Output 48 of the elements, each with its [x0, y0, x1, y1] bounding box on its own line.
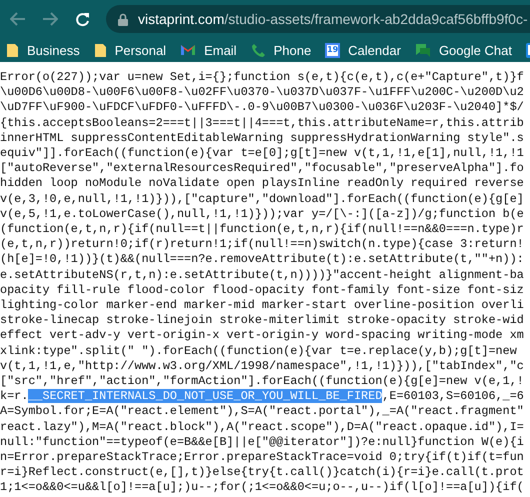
bookmark[interactable]: Business: [6, 42, 80, 58]
chat-icon: [414, 42, 431, 58]
code-line: ["src","href","action","formAction"].forEach((function(e){g[e]=new v(e,1,!: [0, 374, 525, 390]
folder-icon: [94, 42, 107, 58]
code-line: e.setAttributeNS(r,t,n):e.setAttribute(t,n))))}"accent-height alignment-ba: [0, 268, 525, 283]
bookmark[interactable]: Personal: [94, 42, 166, 58]
code-line: xlink:type".split(" ").forEach((function(e){var t=e.replace(y,b);g[t]=new: [0, 344, 518, 359]
folder-icon: [6, 42, 19, 58]
code-line: stroke-linecap stroke-linejoin stroke-miterlimit stroke-opacity stroke-wid: [0, 313, 525, 328]
bookmark[interactable]: 19 Calendar: [325, 42, 401, 58]
code-line: (e,t,n,r))return!0;if(r)return!1;if(null!==n)switch(n.type){case 3:return!: [0, 237, 525, 252]
code-line: null:"function"==typeof(e=B&&e[B]||e["@@iterator"])?e:null}function W(e){i: [0, 434, 525, 450]
bookmark[interactable]: Google Chat: [414, 42, 512, 58]
code-line: opacity fill-rule flood-color flood-opacity font-family font-size font-siz: [0, 282, 525, 298]
code-text: k=r.: [0, 389, 28, 404]
bookmark[interactable]: Email: [180, 42, 237, 58]
phone-icon: [250, 42, 266, 58]
address-bar[interactable]: vistaprint.com/studio-assets/framework-ab2dda9caf56bffb9f0c-: [106, 5, 530, 33]
code-line: react.lazy"),M=A("react.block"),A("react.scope"),D=A("react.opaque.id"),I=: [0, 420, 525, 435]
calendar-icon: 19: [325, 42, 340, 58]
url-text: vistaprint.com/studio-assets/framework-ab2dda9caf56bffb9f0c-: [138, 11, 528, 27]
selected-code-text: __SECRET_INTERNALS_DO_NOT_USE_OR_YOU_WILL_BE_FIRED: [28, 389, 382, 404]
code-line: v(e,3,!0,e,null,!1,!1)})),["capture","download"].forEach((function(e){g[e]: [0, 192, 525, 207]
code-line: v(e,5,!1,e.toLowerCase(),null,!1,!1)}));var y=/[\-:]([a-z])/g;function b(e: [0, 206, 525, 222]
code-line: ["autoReverse","externalResourcesRequired","focusable","preserveAlpha"].fo: [0, 161, 525, 176]
code-line: effect vert-adv-y vert-origin-x vert-origin-y word-spacing writing-mode xm: [0, 328, 525, 344]
code-line: hidden loop noModule noValidate open playsInline readOnly required reverse: [0, 176, 525, 192]
code-line: (function(e,t,n,r){if(null==t||function(e,t,n,r){if(null!==n&&0===n.type)r: [0, 222, 525, 238]
back-arrow-icon: [10, 12, 26, 26]
code-line: v(t,1,!1,e,"http://www.w3.org/XML/1998/namespace",!1,!1)})),["tabIndex","c: [0, 358, 525, 374]
forward-arrow-icon: [42, 12, 58, 26]
bookmark[interactable]: Phone: [250, 42, 312, 58]
code-line: \uD7FF\uF900-\uFDCF\uFDF0-\uFFFD\-.0-9\u00B7\u0300-\u036F\u203F-\u2040]*$/: [0, 100, 525, 116]
code-line: \u00D6\u00D8-\u00F6\u00F8-\u02FF\u0370-\u037D\u037F-\u1FFF\u200C-\u200D\u2: [0, 85, 525, 100]
code-line: 1;1<=o&&0<=u&&l[o]!==a[u];)u--;for(;1<=o&&0<=u;o--,u--)if(l[o]!==a[u]){if(: [0, 480, 525, 496]
mail-icon: [180, 44, 196, 56]
code-line: lighting-color marker-end marker-mid marker-start overline-position overli: [0, 298, 525, 314]
code-line: r=i}Reflect.construct(e,[],t)}else{try{t.call()}catch(i){r=i}e.call(t.prot: [0, 465, 525, 480]
lock-icon: [118, 12, 128, 26]
code-line: A=Symbol.for;E=A("react.element"),S=A("react.portal"),_=A("react.fragment": [0, 404, 525, 420]
code-line: {this.acceptsBooleans=2===t||3===t||4===t,this.attributeName=r,this.attrib: [0, 116, 525, 131]
reload-icon: [74, 12, 90, 26]
code-text: ,E=60103,S=60106,_=6: [382, 389, 524, 404]
code-line: n=Error.prepareStackTrace;Error.prepareStackTrace=void 0;try{if(t)if(t=fun: [0, 450, 525, 466]
code-line: (h[e]=!0,!1))}(t)&&(null===n?e.removeAttribute(t):e.setAttribute(t,""+n)):: [0, 252, 525, 268]
code-line: Error(o(227));var u=new Set,i={};function s(e,t){c(e,t),c(e+"Capture",t)}f: [0, 70, 525, 86]
code-line: innerHTML suppressContentEditableWarning suppressHydrationWarning style".s: [0, 130, 525, 146]
code-line: equiv"]].forEach((function(e){var t=e[0];g[t]=new v(t,1,!1,e[1],null,!1,!1: [0, 146, 525, 162]
